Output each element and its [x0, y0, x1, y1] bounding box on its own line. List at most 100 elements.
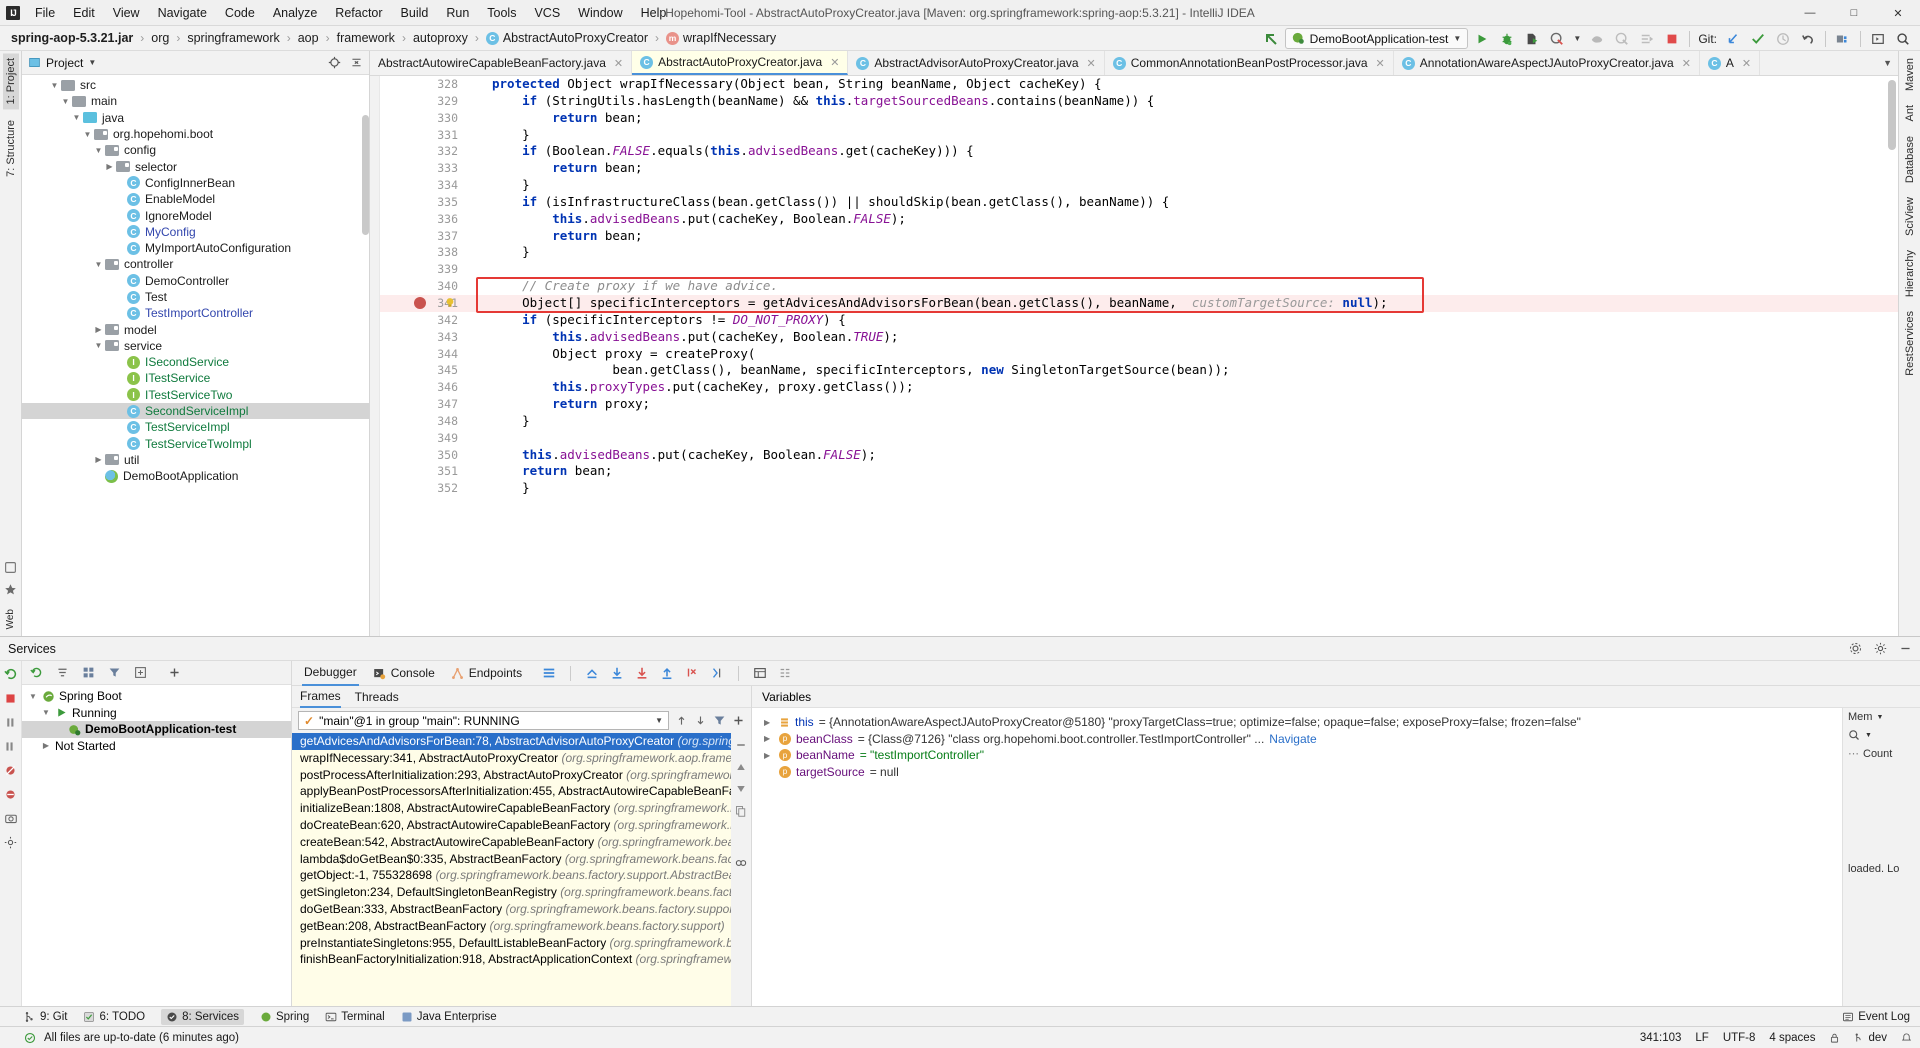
services-tree-node[interactable]: DemoBootApplication-test — [22, 721, 291, 738]
step-into-icon[interactable] — [635, 666, 649, 680]
hide-icon[interactable] — [1899, 642, 1912, 655]
rerun-icon[interactable] — [3, 667, 18, 681]
frame-item[interactable]: applyBeanPostProcessorsAfterInitializati… — [292, 783, 731, 800]
code-line[interactable]: if (specificInterceptors != DO_NOT_PROXY… — [466, 312, 1898, 329]
rerun-icon[interactable] — [30, 666, 43, 679]
drop-frame-icon[interactable] — [685, 666, 699, 680]
menu-edit[interactable]: Edit — [64, 3, 104, 23]
code-line[interactable]: this.advisedBeans.put(cacheKey, Boolean.… — [466, 329, 1898, 346]
code-line[interactable]: if (isInfrastructureClass(bean.getClass(… — [466, 194, 1898, 211]
camera-icon[interactable] — [4, 812, 18, 825]
code-line[interactable]: } — [466, 127, 1898, 144]
build-icon[interactable] — [1586, 28, 1608, 49]
close-icon[interactable]: ✕ — [1087, 57, 1096, 70]
evaluate-icon[interactable] — [753, 666, 767, 680]
git-rollback-icon[interactable] — [1797, 28, 1819, 49]
editor-gutter[interactable]: 328 329 330 331 332 333 334 335 336 337 338 339 340 3… — [380, 76, 466, 636]
tree-node[interactable]: ▼ src — [22, 77, 369, 93]
code-line[interactable]: protected Object wrapIfNecessary(Object … — [466, 76, 1898, 93]
expand-icon[interactable] — [134, 666, 147, 679]
close-icon[interactable]: ✕ — [1742, 57, 1751, 70]
scroll-up-icon[interactable] — [735, 761, 747, 773]
frame-item[interactable]: getBean:208, AbstractBeanFactory (org.sp… — [292, 918, 731, 935]
code-line[interactable]: return proxy; — [466, 396, 1898, 413]
tree-node[interactable]: C IgnoreModel — [22, 207, 369, 223]
locate-icon[interactable] — [328, 56, 341, 69]
step-over-icon[interactable] — [610, 666, 624, 680]
services-tree[interactable]: ▼ Spring Boot ▼ Running DemoBootApplication-… — [22, 685, 291, 1006]
tree-node[interactable]: ▼ service — [22, 338, 369, 354]
remove-icon[interactable] — [735, 739, 747, 751]
caret-position[interactable]: 341:103 — [1640, 1032, 1682, 1044]
thread-selector[interactable]: ✓ "main"@1 in group "main": RUNNING ▼ — [298, 711, 669, 730]
code-line[interactable] — [466, 261, 1898, 278]
tree-node[interactable]: I ISecondService — [22, 354, 369, 370]
chevron-right-icon[interactable]: ▶ — [92, 325, 105, 334]
editor-tab[interactable]: C AbstractAutoProxyCreator.java ✕ — [632, 51, 849, 75]
indent-setting[interactable]: 4 spaces — [1769, 1032, 1815, 1044]
code-line[interactable]: return bean; — [466, 463, 1898, 480]
tree-node[interactable]: C TestServiceTwoImpl — [22, 436, 369, 452]
event-log-button[interactable]: Event Log — [1842, 1011, 1910, 1023]
chevron-down-icon[interactable]: ▼ — [92, 341, 105, 350]
tree-node[interactable]: ▼ main — [22, 93, 369, 109]
code-line[interactable]: if (Boolean.FALSE.equals(this.advisedBea… — [466, 143, 1898, 160]
tab-console[interactable]: Console — [371, 661, 437, 686]
tree-node[interactable]: C TestServiceImpl — [22, 419, 369, 435]
minimize-icon[interactable]: — — [1788, 0, 1832, 26]
profiler-dropdown-icon[interactable]: ▼ — [1571, 28, 1583, 49]
tree-node[interactable]: C SecondServiceImpl — [22, 402, 369, 420]
breadcrumb-method[interactable]: m wrapIfNecessary — [663, 30, 779, 46]
code-line[interactable]: return bean; — [466, 160, 1898, 177]
code-line[interactable]: // Create proxy if we have advice. — [466, 278, 1898, 295]
scroll-down-icon[interactable] — [735, 783, 747, 795]
breakpoint-icon[interactable] — [414, 297, 426, 310]
run-to-icon[interactable] — [1636, 28, 1658, 49]
tab-debugger[interactable]: Debugger — [302, 661, 359, 686]
collapse-all-icon[interactable] — [350, 56, 363, 69]
tree-node[interactable]: ▶ util — [22, 452, 369, 468]
chevron-right-icon[interactable]: ▶ — [764, 734, 774, 743]
close-icon[interactable]: ✕ — [1376, 57, 1385, 70]
search-everywhere-icon[interactable] — [1892, 28, 1914, 49]
frame-item[interactable]: doGetBean:333, AbstractBeanFactory (org.… — [292, 901, 731, 918]
sort-icon[interactable] — [56, 666, 69, 679]
rerun-coverage-icon[interactable] — [1611, 28, 1633, 49]
bottom-tab-terminal[interactable]: Terminal — [325, 1011, 385, 1023]
git-commit-icon[interactable] — [1747, 28, 1769, 49]
bottom-tab-git[interactable]: 9: Git — [24, 1011, 67, 1023]
layout-settings-icon[interactable] — [542, 666, 556, 680]
tree-node[interactable]: C TestImportController — [22, 305, 369, 321]
chevron-down-icon[interactable]: ▼ — [92, 146, 105, 155]
run-icon[interactable] — [1471, 28, 1493, 49]
close-icon[interactable]: ✕ — [830, 56, 839, 69]
resume-icon[interactable] — [4, 740, 17, 753]
sidebar-item-restservices[interactable]: RestServices — [1902, 306, 1918, 381]
navigate-link[interactable]: Navigate — [1269, 732, 1316, 746]
code-line[interactable]: } — [466, 480, 1898, 497]
file-encoding[interactable]: UTF-8 — [1723, 1032, 1756, 1044]
menu-view[interactable]: View — [104, 3, 149, 23]
lock-icon[interactable] — [1829, 1032, 1840, 1044]
frame-item[interactable]: preInstantiateSingletons:955, DefaultLis… — [292, 935, 731, 952]
chevron-down-icon[interactable]: ▼ — [41, 708, 51, 717]
close-icon[interactable]: ✕ — [614, 57, 623, 70]
step-out-icon[interactable] — [660, 666, 674, 680]
branch-indicator[interactable]: dev — [1854, 1032, 1887, 1044]
tab-frames[interactable]: Frames — [300, 686, 341, 708]
sidebar-item-ant[interactable]: Ant — [1902, 100, 1918, 127]
view-breakpoints-icon[interactable] — [4, 788, 17, 801]
tree-node[interactable]: C EnableModel — [22, 191, 369, 207]
frames-list[interactable]: getAdvicesAndAdvisorsForBean:78, Abstrac… — [292, 733, 731, 1006]
show-execution-point-icon[interactable] — [585, 666, 599, 680]
select-in-icon[interactable] — [1867, 28, 1889, 49]
editor-tab[interactable]: C A ✕ — [1700, 51, 1761, 75]
tree-node[interactable]: I ITestService — [22, 370, 369, 386]
tree-node[interactable]: C MyConfig — [22, 224, 369, 240]
tab-threads[interactable]: Threads — [355, 686, 399, 708]
chevron-down-icon[interactable]: ▼ — [1865, 732, 1872, 739]
search-icon[interactable] — [1848, 729, 1860, 741]
favorites-icon[interactable] — [3, 560, 19, 576]
chevron-down-icon[interactable]: ▼ — [81, 130, 94, 139]
notification-icon[interactable] — [1901, 1032, 1912, 1044]
